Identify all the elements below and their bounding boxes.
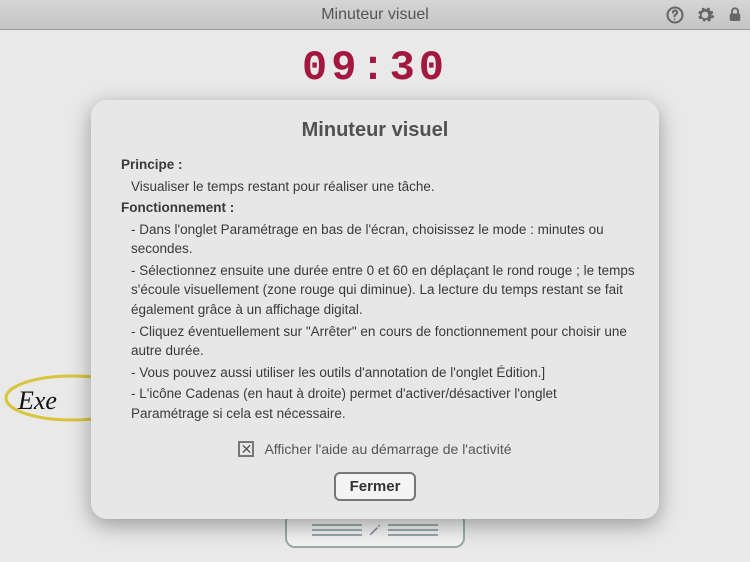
- func-item: - Sélectionnez ensuite une durée entre 0…: [131, 261, 635, 320]
- help-modal: Minuteur visuel Principe : Visualiser le…: [91, 100, 659, 519]
- modal-title: Minuteur visuel: [115, 116, 635, 145]
- digital-time: 09:30: [0, 44, 750, 92]
- lines-icon: [312, 529, 362, 531]
- func-item: - Cliquez éventuellement sur "Arrêter" e…: [131, 322, 635, 361]
- functioning-label: Fonctionnement :: [121, 198, 635, 218]
- app-title: Minuteur visuel: [0, 6, 750, 24]
- show-help-label: Afficher l'aide au démarrage de l'activi…: [264, 439, 511, 459]
- func-item: - L'icône Cadenas (en haut à droite) per…: [131, 384, 635, 423]
- principle-text: Visualiser le temps restant pour réalise…: [121, 177, 635, 197]
- help-icon[interactable]: [664, 4, 686, 26]
- gear-icon[interactable]: [694, 4, 716, 26]
- pencil-icon: [368, 523, 382, 537]
- show-help-checkbox-row[interactable]: ✕ Afficher l'aide au démarrage de l'acti…: [115, 439, 635, 459]
- topbar: Minuteur visuel: [0, 0, 750, 30]
- topbar-icons: [664, 0, 746, 29]
- annotation-text: Exe: [18, 386, 57, 416]
- close-button[interactable]: Fermer: [334, 472, 417, 501]
- checkbox-icon[interactable]: ✕: [238, 441, 254, 457]
- func-item: - Dans l'onglet Paramétrage en bas de l'…: [131, 220, 635, 259]
- functioning-list: - Dans l'onglet Paramétrage en bas de l'…: [121, 220, 635, 424]
- lock-icon[interactable]: [724, 4, 746, 26]
- func-item: - Vous pouvez aussi utiliser les outils …: [131, 363, 635, 383]
- lines-icon: [388, 529, 438, 531]
- principle-label: Principe :: [121, 155, 635, 175]
